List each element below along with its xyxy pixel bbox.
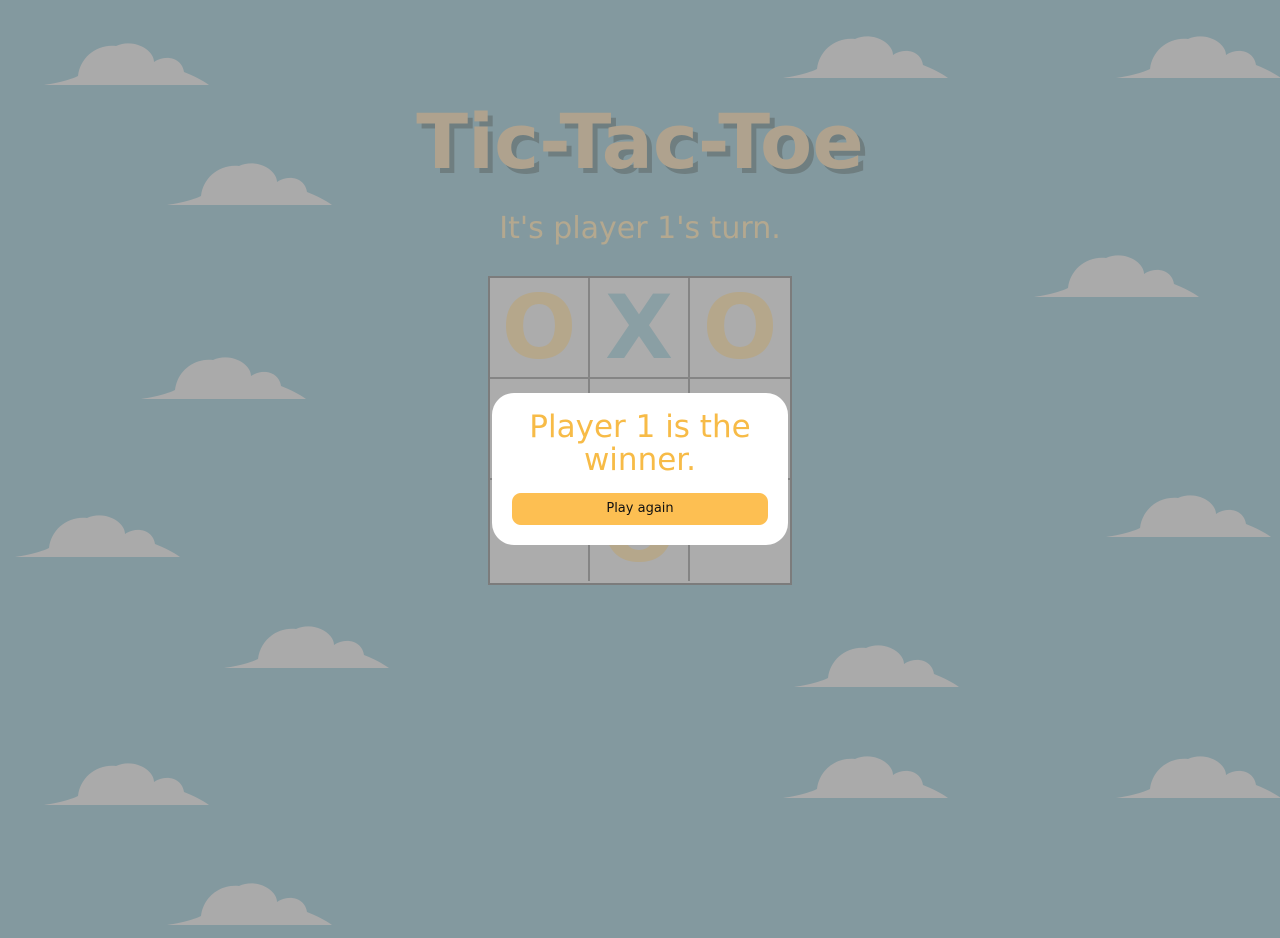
game-title: Tic-Tac-Toe	[416, 97, 864, 186]
board-cell[interactable]: O	[690, 278, 790, 379]
cell-mark: O	[501, 278, 577, 379]
cell-mark: O	[702, 278, 778, 379]
cloud-icon	[1034, 255, 1199, 297]
cloud-icon	[1116, 36, 1280, 78]
cloud-icon	[141, 357, 306, 399]
cloud-icon	[1116, 756, 1280, 798]
winner-message: Player 1 is the winner.	[529, 409, 751, 478]
cloud-icon	[15, 515, 180, 557]
cloud-icon	[167, 883, 332, 925]
cloud-icon	[794, 645, 959, 687]
cloud-icon	[1106, 495, 1271, 537]
cloud-icon	[224, 626, 389, 668]
play-again-button[interactable]: Play again	[512, 493, 768, 525]
cell-mark: X	[605, 278, 673, 379]
game-screen: Tic-Tac-Toe It's player 1's turn. O X O …	[0, 0, 1280, 938]
winner-dialog: Player 1 is the winner. Play again	[492, 393, 788, 545]
turn-status: It's player 1's turn.	[499, 211, 781, 246]
cloud-icon	[783, 36, 948, 78]
board-cell[interactable]: X	[590, 278, 690, 379]
cloud-icon	[44, 43, 209, 85]
board-cell[interactable]: O	[490, 278, 590, 379]
cloud-icon	[44, 763, 209, 805]
cloud-icon	[783, 756, 948, 798]
